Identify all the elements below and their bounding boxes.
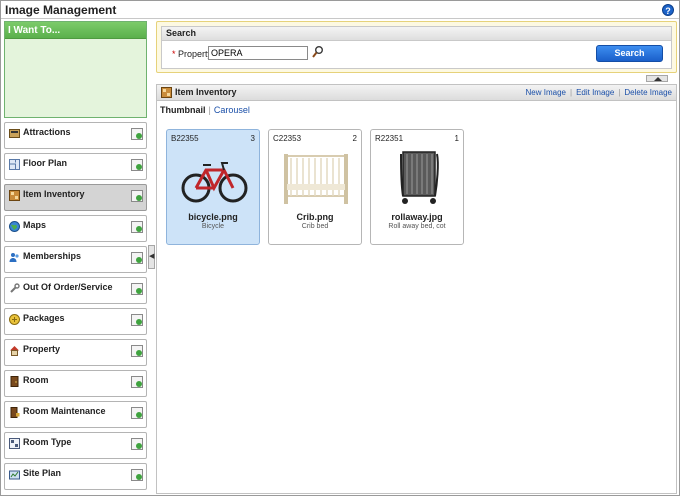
image-description: Bicycle xyxy=(201,223,225,230)
sidebar-item-room-maintenance[interactable]: Room Maintenance xyxy=(4,401,147,428)
attractions-icon xyxy=(9,129,20,138)
tab-carousel[interactable]: Carousel xyxy=(214,105,250,115)
image-count: 3 xyxy=(250,134,255,143)
image-card[interactable]: R22351 1 rollaway.jpg Roll away bed, cot xyxy=(370,129,464,245)
i-want-to-panel: I Want To... xyxy=(4,21,147,118)
tab-thumbnail[interactable]: Thumbnail xyxy=(160,105,206,115)
sidebar-item-label: Item Inventory xyxy=(23,189,85,199)
add-icon[interactable] xyxy=(131,469,143,481)
bicycle-image xyxy=(181,162,248,203)
floor-plan-icon xyxy=(9,159,20,170)
sidebar-collapse-handle[interactable]: ◀ xyxy=(148,245,155,269)
add-icon[interactable] xyxy=(131,252,143,264)
search-collapse-toggle[interactable] xyxy=(646,75,668,82)
image-card[interactable]: B22355 3 bicycle.png Bicycle xyxy=(166,129,260,245)
divider: | xyxy=(208,105,211,115)
search-button[interactable]: Search xyxy=(596,45,663,62)
house-icon xyxy=(10,346,19,356)
door-maintenance-icon xyxy=(10,407,20,418)
app-window: Image Management ? I Want To... Attracti… xyxy=(0,0,680,496)
add-icon[interactable] xyxy=(131,221,143,233)
divider: | xyxy=(618,88,621,97)
image-count: 2 xyxy=(352,134,357,143)
rollaway-bed-image xyxy=(400,151,439,204)
property-label: * Property xyxy=(172,49,212,59)
sidebar-item-memberships[interactable]: Memberships xyxy=(4,246,147,273)
required-marker: * xyxy=(172,49,176,59)
package-icon xyxy=(9,314,20,325)
add-icon[interactable] xyxy=(131,190,143,202)
people-icon xyxy=(9,253,19,262)
image-filename: rollaway.jpg xyxy=(391,212,443,222)
item-code: B22355 xyxy=(171,134,199,143)
add-icon[interactable] xyxy=(131,314,143,326)
room-type-icon xyxy=(9,438,20,449)
image-description: Crib bed xyxy=(301,223,329,230)
sidebar-item-site-plan[interactable]: Site Plan xyxy=(4,463,147,490)
sidebar-item-label: Out Of Order/Service xyxy=(23,282,113,292)
sidebar-item-maps[interactable]: Maps xyxy=(4,215,147,242)
image-actions: New Image | Edit Image | Delete Image xyxy=(526,88,672,97)
property-input[interactable] xyxy=(208,46,308,60)
wrench-icon xyxy=(10,283,20,293)
sidebar-item-label: Site Plan xyxy=(23,468,62,478)
sidebar: I Want To... Attractions Floor Plan Item… xyxy=(4,21,147,495)
help-icon[interactable]: ? xyxy=(662,4,674,16)
item-code: R22351 xyxy=(375,134,404,143)
add-icon[interactable] xyxy=(131,407,143,419)
image-card[interactable]: C22353 2 Crib.png Crib bed xyxy=(268,129,362,245)
item-inventory-icon xyxy=(9,190,20,201)
sidebar-item-label: Floor Plan xyxy=(23,158,68,168)
title-bar: Image Management ? xyxy=(1,1,679,19)
divider: | xyxy=(570,88,573,97)
edit-image-link[interactable]: Edit Image xyxy=(576,88,614,97)
sidebar-item-packages[interactable]: Packages xyxy=(4,308,147,335)
sidebar-item-label: Packages xyxy=(23,313,65,323)
globe-icon xyxy=(9,221,20,232)
item-inventory-title: Item Inventory xyxy=(175,87,237,97)
sidebar-item-label: Attractions xyxy=(23,127,71,137)
sidebar-item-label: Room Type xyxy=(23,437,72,447)
add-icon[interactable] xyxy=(131,128,143,140)
sidebar-item-floor-plan[interactable]: Floor Plan xyxy=(4,153,147,180)
sidebar-item-label: Maps xyxy=(23,220,47,230)
search-header: Search xyxy=(162,27,671,41)
add-icon[interactable] xyxy=(131,283,143,295)
image-filename: Crib.png xyxy=(296,212,334,222)
door-icon xyxy=(10,376,19,387)
add-icon[interactable] xyxy=(131,159,143,171)
search-lookup-icon[interactable] xyxy=(312,45,324,59)
sidebar-item-out-of-order-service[interactable]: Out Of Order/Service xyxy=(4,277,147,304)
image-description: Roll away bed, cot xyxy=(388,223,446,230)
image-filename: bicycle.png xyxy=(188,212,238,222)
sidebar-item-room[interactable]: Room xyxy=(4,370,147,397)
property-label-text: Property xyxy=(178,49,213,59)
sidebar-item-property[interactable]: Property xyxy=(4,339,147,366)
site-plan-icon xyxy=(9,470,20,480)
i-want-to-header[interactable]: I Want To... xyxy=(5,22,146,39)
sidebar-item-attractions[interactable]: Attractions xyxy=(4,122,147,149)
crib-image xyxy=(284,154,348,204)
sidebar-item-item-inventory[interactable]: Item Inventory xyxy=(4,184,147,211)
sidebar-item-label: Property xyxy=(23,344,61,354)
search-panel: Search * Property Search xyxy=(156,21,677,73)
item-code: C22353 xyxy=(273,134,302,143)
add-icon[interactable] xyxy=(131,438,143,450)
sidebar-item-label: Room Maintenance xyxy=(23,406,106,416)
app-title: Image Management xyxy=(5,3,117,17)
sidebar-item-room-type[interactable]: Room Type xyxy=(4,432,147,459)
view-tabs: Thumbnail | Carousel xyxy=(160,105,250,115)
sidebar-item-label: Memberships xyxy=(23,251,82,261)
item-inventory-icon xyxy=(161,87,172,98)
item-inventory-panel: Item Inventory New Image | Edit Image | Dele… xyxy=(156,84,677,494)
item-inventory-header: Item Inventory New Image | Edit Image | Dele… xyxy=(157,85,676,101)
add-icon[interactable] xyxy=(131,345,143,357)
search-box: Search * Property Search xyxy=(161,26,672,69)
new-image-link[interactable]: New Image xyxy=(526,88,566,97)
image-count: 1 xyxy=(454,134,459,143)
delete-image-link[interactable]: Delete Image xyxy=(624,88,672,97)
sidebar-item-label: Room xyxy=(23,375,49,385)
add-icon[interactable] xyxy=(131,376,143,388)
